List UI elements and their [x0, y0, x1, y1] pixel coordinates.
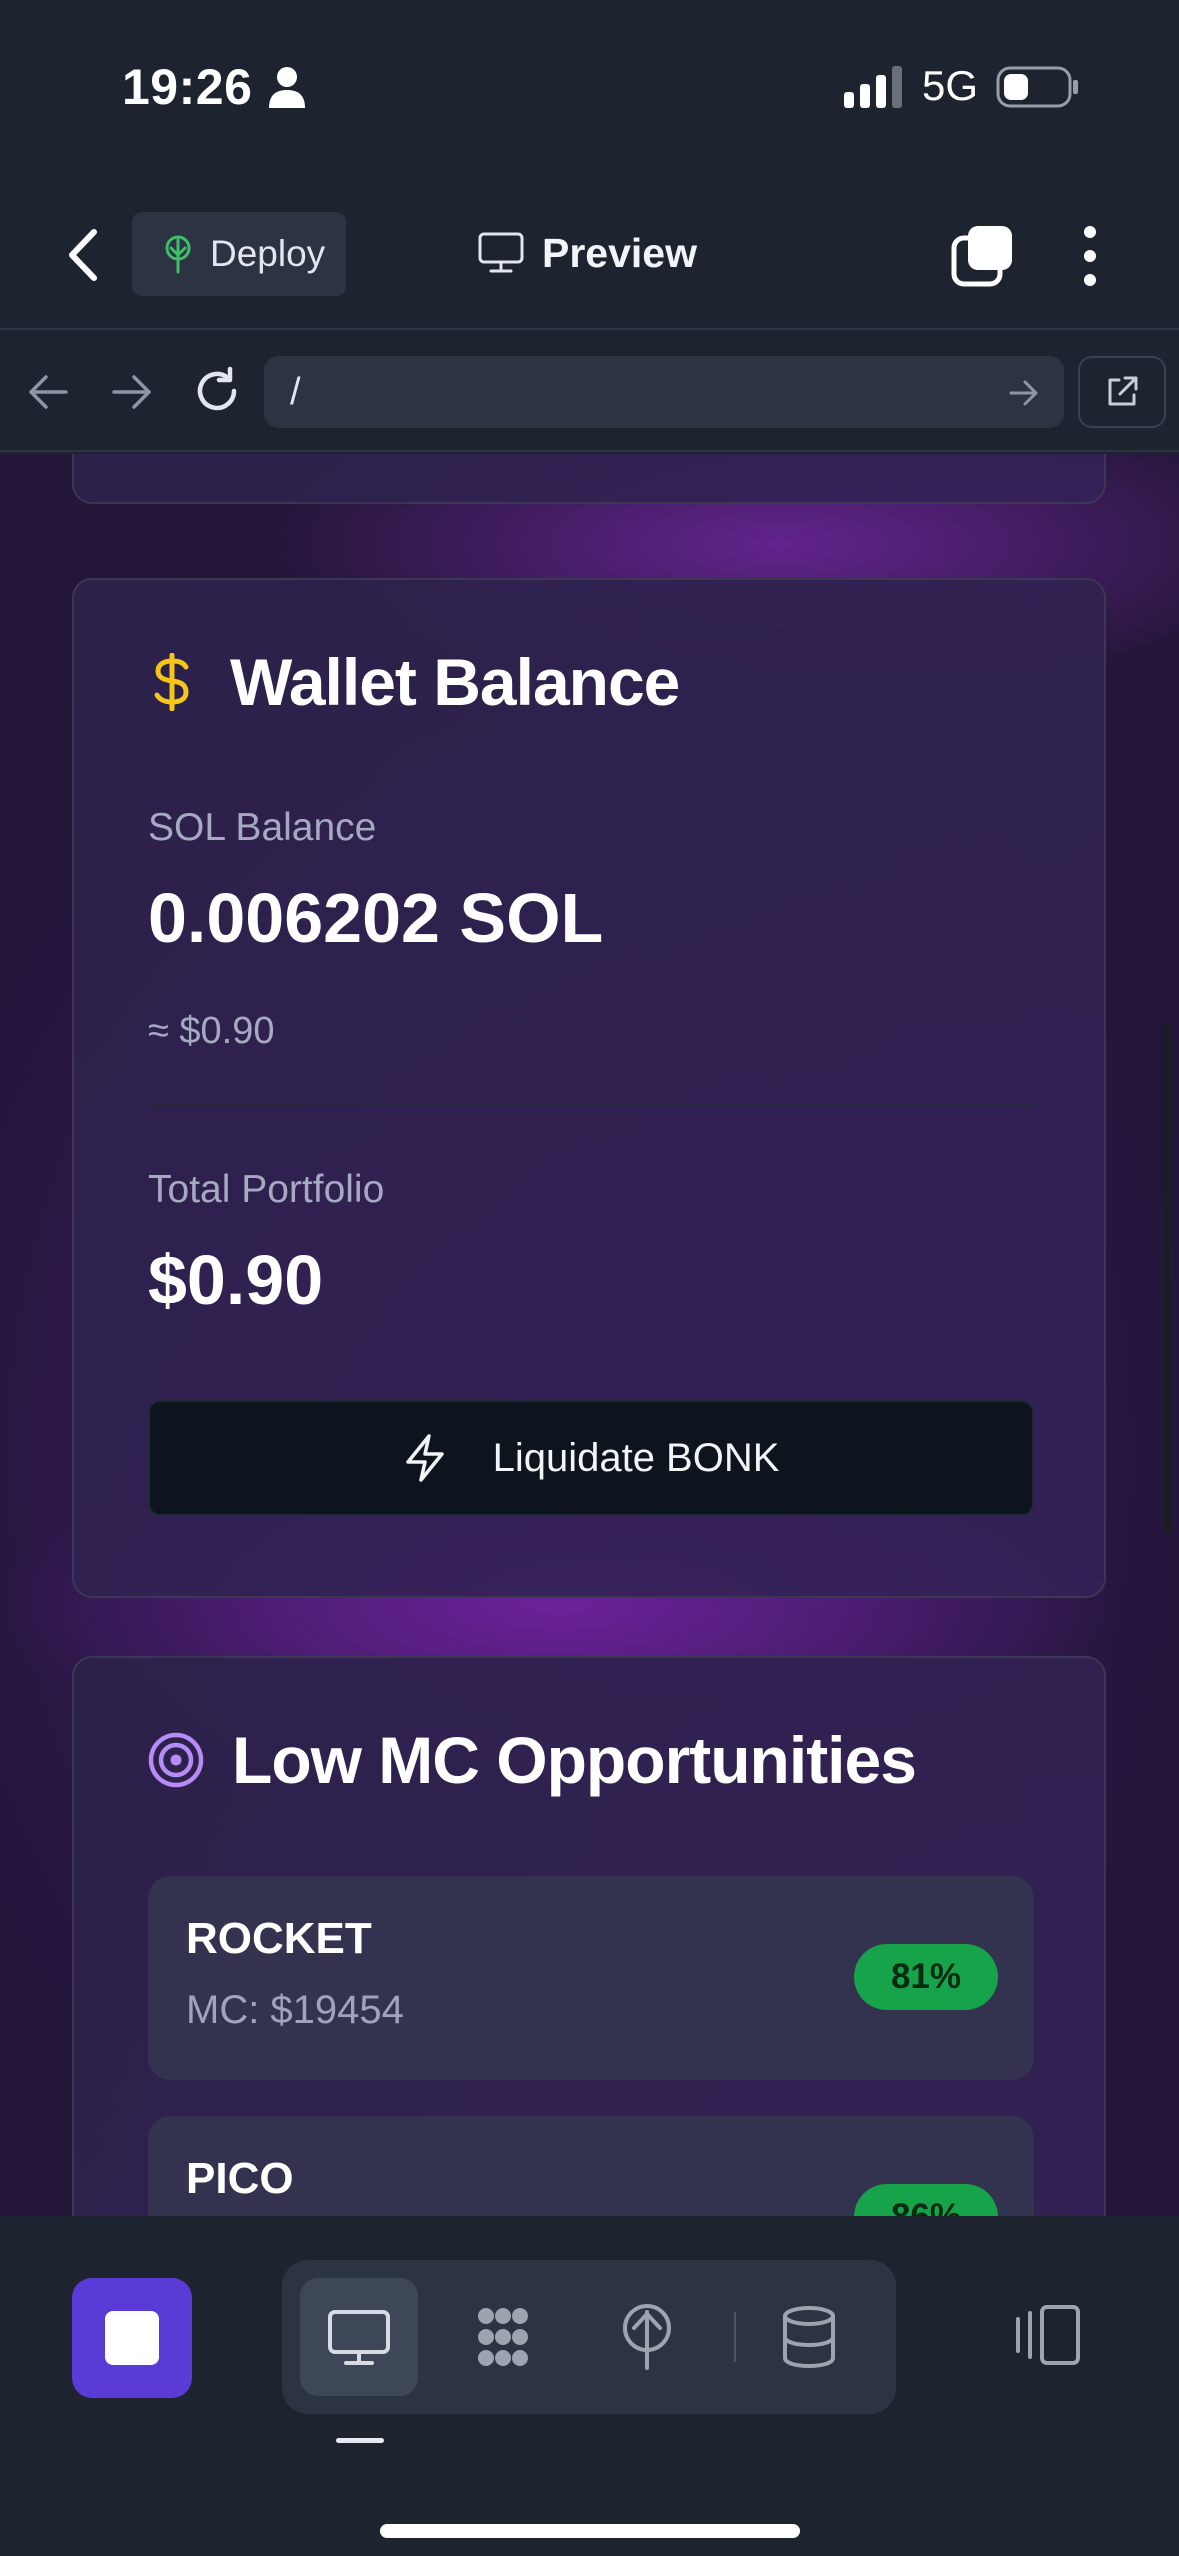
split-view-icon	[1016, 2305, 1080, 2365]
stop-icon	[105, 2311, 159, 2365]
preview-tab[interactable]: Preview	[478, 218, 697, 288]
sol-usd-value: ≈ $0.90	[148, 1010, 275, 1052]
deploy-button[interactable]: Deploy	[132, 212, 346, 296]
opportunities-card: Low MC Opportunities ROCKET MC: $19454 8…	[72, 1656, 1106, 2216]
preview-tool-button[interactable]	[300, 2278, 418, 2396]
score-badge: 86%	[854, 2184, 998, 2216]
token-symbol: PICO	[186, 2154, 294, 2203]
signal-icon	[844, 66, 902, 108]
status-bar: 19:26 5G	[0, 0, 1179, 180]
opportunities-title: Low MC Opportunities	[232, 1723, 917, 1797]
url-text: /	[290, 370, 301, 413]
database-icon	[783, 2306, 835, 2369]
open-external-button[interactable]	[1078, 356, 1166, 428]
web-content[interactable]: Wallet Balance SOL Balance 0.006202 SOL …	[0, 454, 1179, 2216]
dollar-icon	[154, 653, 189, 711]
scrollbar[interactable]	[1163, 1024, 1171, 1534]
opportunity-item[interactable]: ROCKET MC: $19454 81%	[148, 1876, 1034, 2080]
deploy-icon	[623, 2304, 671, 2370]
bolt-icon	[405, 1434, 444, 1482]
score-badge: 81%	[854, 1944, 998, 2010]
nav-back-icon[interactable]	[26, 372, 70, 412]
token-symbol: ROCKET	[186, 1914, 372, 1963]
url-go-icon[interactable]	[1008, 378, 1040, 408]
market-cap: MC: $19454	[186, 1988, 404, 2032]
status-time: 19:26	[122, 59, 253, 115]
top-nav: Deploy Preview	[0, 180, 1179, 330]
liquidate-label: Liquidate BONK	[492, 1435, 780, 1480]
workspace-tool-button[interactable]	[444, 2278, 562, 2396]
tree-icon	[165, 235, 191, 274]
monitor-icon	[478, 232, 524, 273]
preview-label: Preview	[542, 229, 697, 276]
url-input[interactable]: /	[264, 356, 1064, 428]
toolbar-separator	[734, 2312, 736, 2362]
active-tab-indicator	[336, 2438, 384, 2443]
previous-card	[72, 454, 1106, 504]
divider	[148, 1104, 1034, 1106]
url-bar: /	[0, 332, 1179, 452]
wallet-card: Wallet Balance SOL Balance 0.006202 SOL …	[72, 578, 1106, 1598]
sol-balance-value: 0.006202 SOL	[148, 879, 604, 957]
deploy-tool-button[interactable]	[588, 2278, 706, 2396]
workspace-icon	[478, 2308, 528, 2366]
monitor-icon	[328, 2310, 390, 2365]
network-label: 5G	[922, 62, 979, 109]
liquidate-bonk-button[interactable]: Liquidate BONK	[148, 1400, 1034, 1516]
layout-toggle-button[interactable]	[1008, 2290, 1088, 2380]
tool-group	[282, 2260, 896, 2414]
nav-forward-icon[interactable]	[110, 372, 154, 412]
open-external-icon	[1108, 376, 1138, 406]
total-portfolio-value: $0.90	[148, 1241, 324, 1319]
deploy-label: Deploy	[210, 233, 326, 274]
battery-icon	[996, 66, 1078, 108]
person-icon	[269, 67, 305, 108]
database-tool-button[interactable]	[750, 2278, 868, 2396]
home-indicator	[380, 2524, 800, 2538]
opportunity-item[interactable]: PICO 86%	[148, 2116, 1034, 2216]
back-icon[interactable]	[62, 226, 106, 284]
wallet-title: Wallet Balance	[230, 645, 680, 719]
reload-icon[interactable]	[192, 366, 242, 416]
bottom-toolbar	[0, 2216, 1179, 2556]
target-icon	[148, 1732, 204, 1788]
wallet-title-row: Wallet Balance	[148, 644, 680, 720]
stop-button[interactable]	[72, 2278, 192, 2398]
tabs-icon[interactable]	[950, 224, 1014, 288]
opportunities-title-row: Low MC Opportunities	[148, 1722, 917, 1798]
more-icon[interactable]	[1072, 224, 1108, 288]
sol-balance-label: SOL Balance	[148, 806, 377, 849]
total-portfolio-label: Total Portfolio	[148, 1168, 385, 1211]
